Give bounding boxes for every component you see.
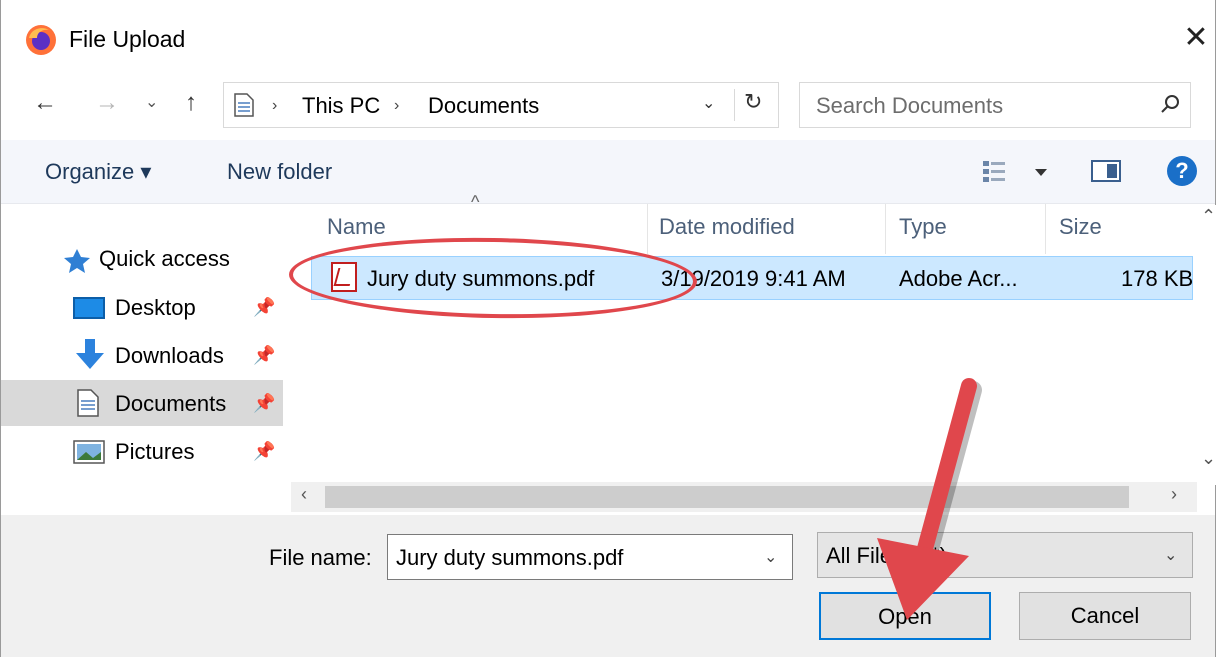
file-type-filter[interactable]: All Files (*.*) ⌄ [817,532,1193,578]
pin-icon: 📌 [253,393,276,413]
column-divider [1045,204,1046,254]
pin-icon: 📌 [253,345,276,365]
column-header-type[interactable]: Type [899,214,947,240]
close-button[interactable]: ✕ [1181,22,1211,54]
horizontal-scroll-thumb[interactable] [325,486,1129,508]
sidebar-item-pictures[interactable]: Pictures 📌 [1,428,283,474]
documents-icon [77,389,99,417]
up-button[interactable]: ↑ [185,88,197,118]
window-title: File Upload [69,26,186,52]
file-name-value: Jury duty summons.pdf [396,545,624,570]
scroll-right-icon[interactable]: › [1171,484,1177,505]
column-divider [885,204,886,254]
sort-ascending-icon: ^ [471,192,480,212]
file-name-label: File name: [269,545,372,570]
file-type-cell: Adobe Acr... [899,266,1018,291]
preview-pane-icon[interactable] [1091,160,1121,182]
sidebar-item-quick-access[interactable]: Quick access [99,246,230,272]
vertical-scrollbar[interactable] [1197,205,1216,485]
new-folder-button[interactable]: New folder [227,158,332,186]
divider [734,89,735,121]
open-button[interactable]: Open [819,592,991,640]
search-icon [1161,95,1179,113]
breadcrumb-documents[interactable]: Documents [428,93,539,119]
organize-button[interactable]: Organize ▾ [45,158,151,186]
sidebar-item-label: Pictures [115,439,195,464]
column-header-date[interactable]: Date modified [659,214,795,240]
sidebar-item-label: Downloads [115,343,224,368]
sidebar-item-documents[interactable]: Documents 📌 [1,380,283,426]
breadcrumb-this-pc[interactable]: This PC [302,93,380,119]
firefox-icon [26,25,56,55]
file-upload-dialog: File Upload ✕ ← → ⌄ ↑ › This PC › Docume… [0,0,1216,657]
documents-icon [234,93,254,117]
chevron-down-icon: ⌄ [1164,547,1178,564]
cancel-button[interactable]: Cancel [1019,592,1191,640]
sidebar-item-downloads[interactable]: Downloads 📌 [1,332,283,378]
address-bar[interactable]: › This PC › Documents ⌄ ↻ [223,82,779,128]
pin-icon: 📌 [253,297,276,317]
search-box[interactable]: Search Documents [799,82,1191,128]
column-divider [647,204,648,254]
forward-button[interactable]: → [95,88,119,118]
downloads-icon [76,339,104,369]
pin-icon: 📌 [253,441,276,461]
chevron-down-icon[interactable]: ⌄ [764,547,777,567]
column-header-size[interactable]: Size [1059,214,1102,240]
pictures-icon [73,440,105,464]
search-placeholder: Search Documents [816,93,1004,118]
star-icon [64,249,90,273]
address-dropdown-icon[interactable]: ⌄ [702,93,715,113]
title-bar: File Upload ✕ [1,0,1215,80]
desktop-icon [73,297,105,319]
file-size-cell: 178 KB [1121,266,1194,291]
scroll-down-icon[interactable]: ⌄ [1201,448,1216,469]
sidebar-item-label: Documents [115,391,227,416]
back-button[interactable]: ← [33,88,57,118]
breadcrumb-separator: › [272,97,278,114]
sidebar-item-desktop[interactable]: Desktop 📌 [1,284,283,330]
file-type-value: All Files (*.*) [826,543,948,568]
recent-locations-button[interactable]: ⌄ [145,88,158,118]
scroll-left-icon[interactable]: ‹ [301,484,307,505]
breadcrumb-separator: › [394,97,400,114]
sidebar-item-label: Desktop [115,295,196,320]
scroll-up-icon[interactable]: ⌃ [1201,206,1216,227]
column-header-name[interactable]: Name [327,214,386,240]
view-options-icon[interactable] [981,158,1051,184]
file-name-field[interactable]: Jury duty summons.pdf ⌄ [387,534,793,580]
help-icon[interactable]: ? [1167,156,1197,186]
refresh-icon[interactable]: ↻ [744,89,762,115]
